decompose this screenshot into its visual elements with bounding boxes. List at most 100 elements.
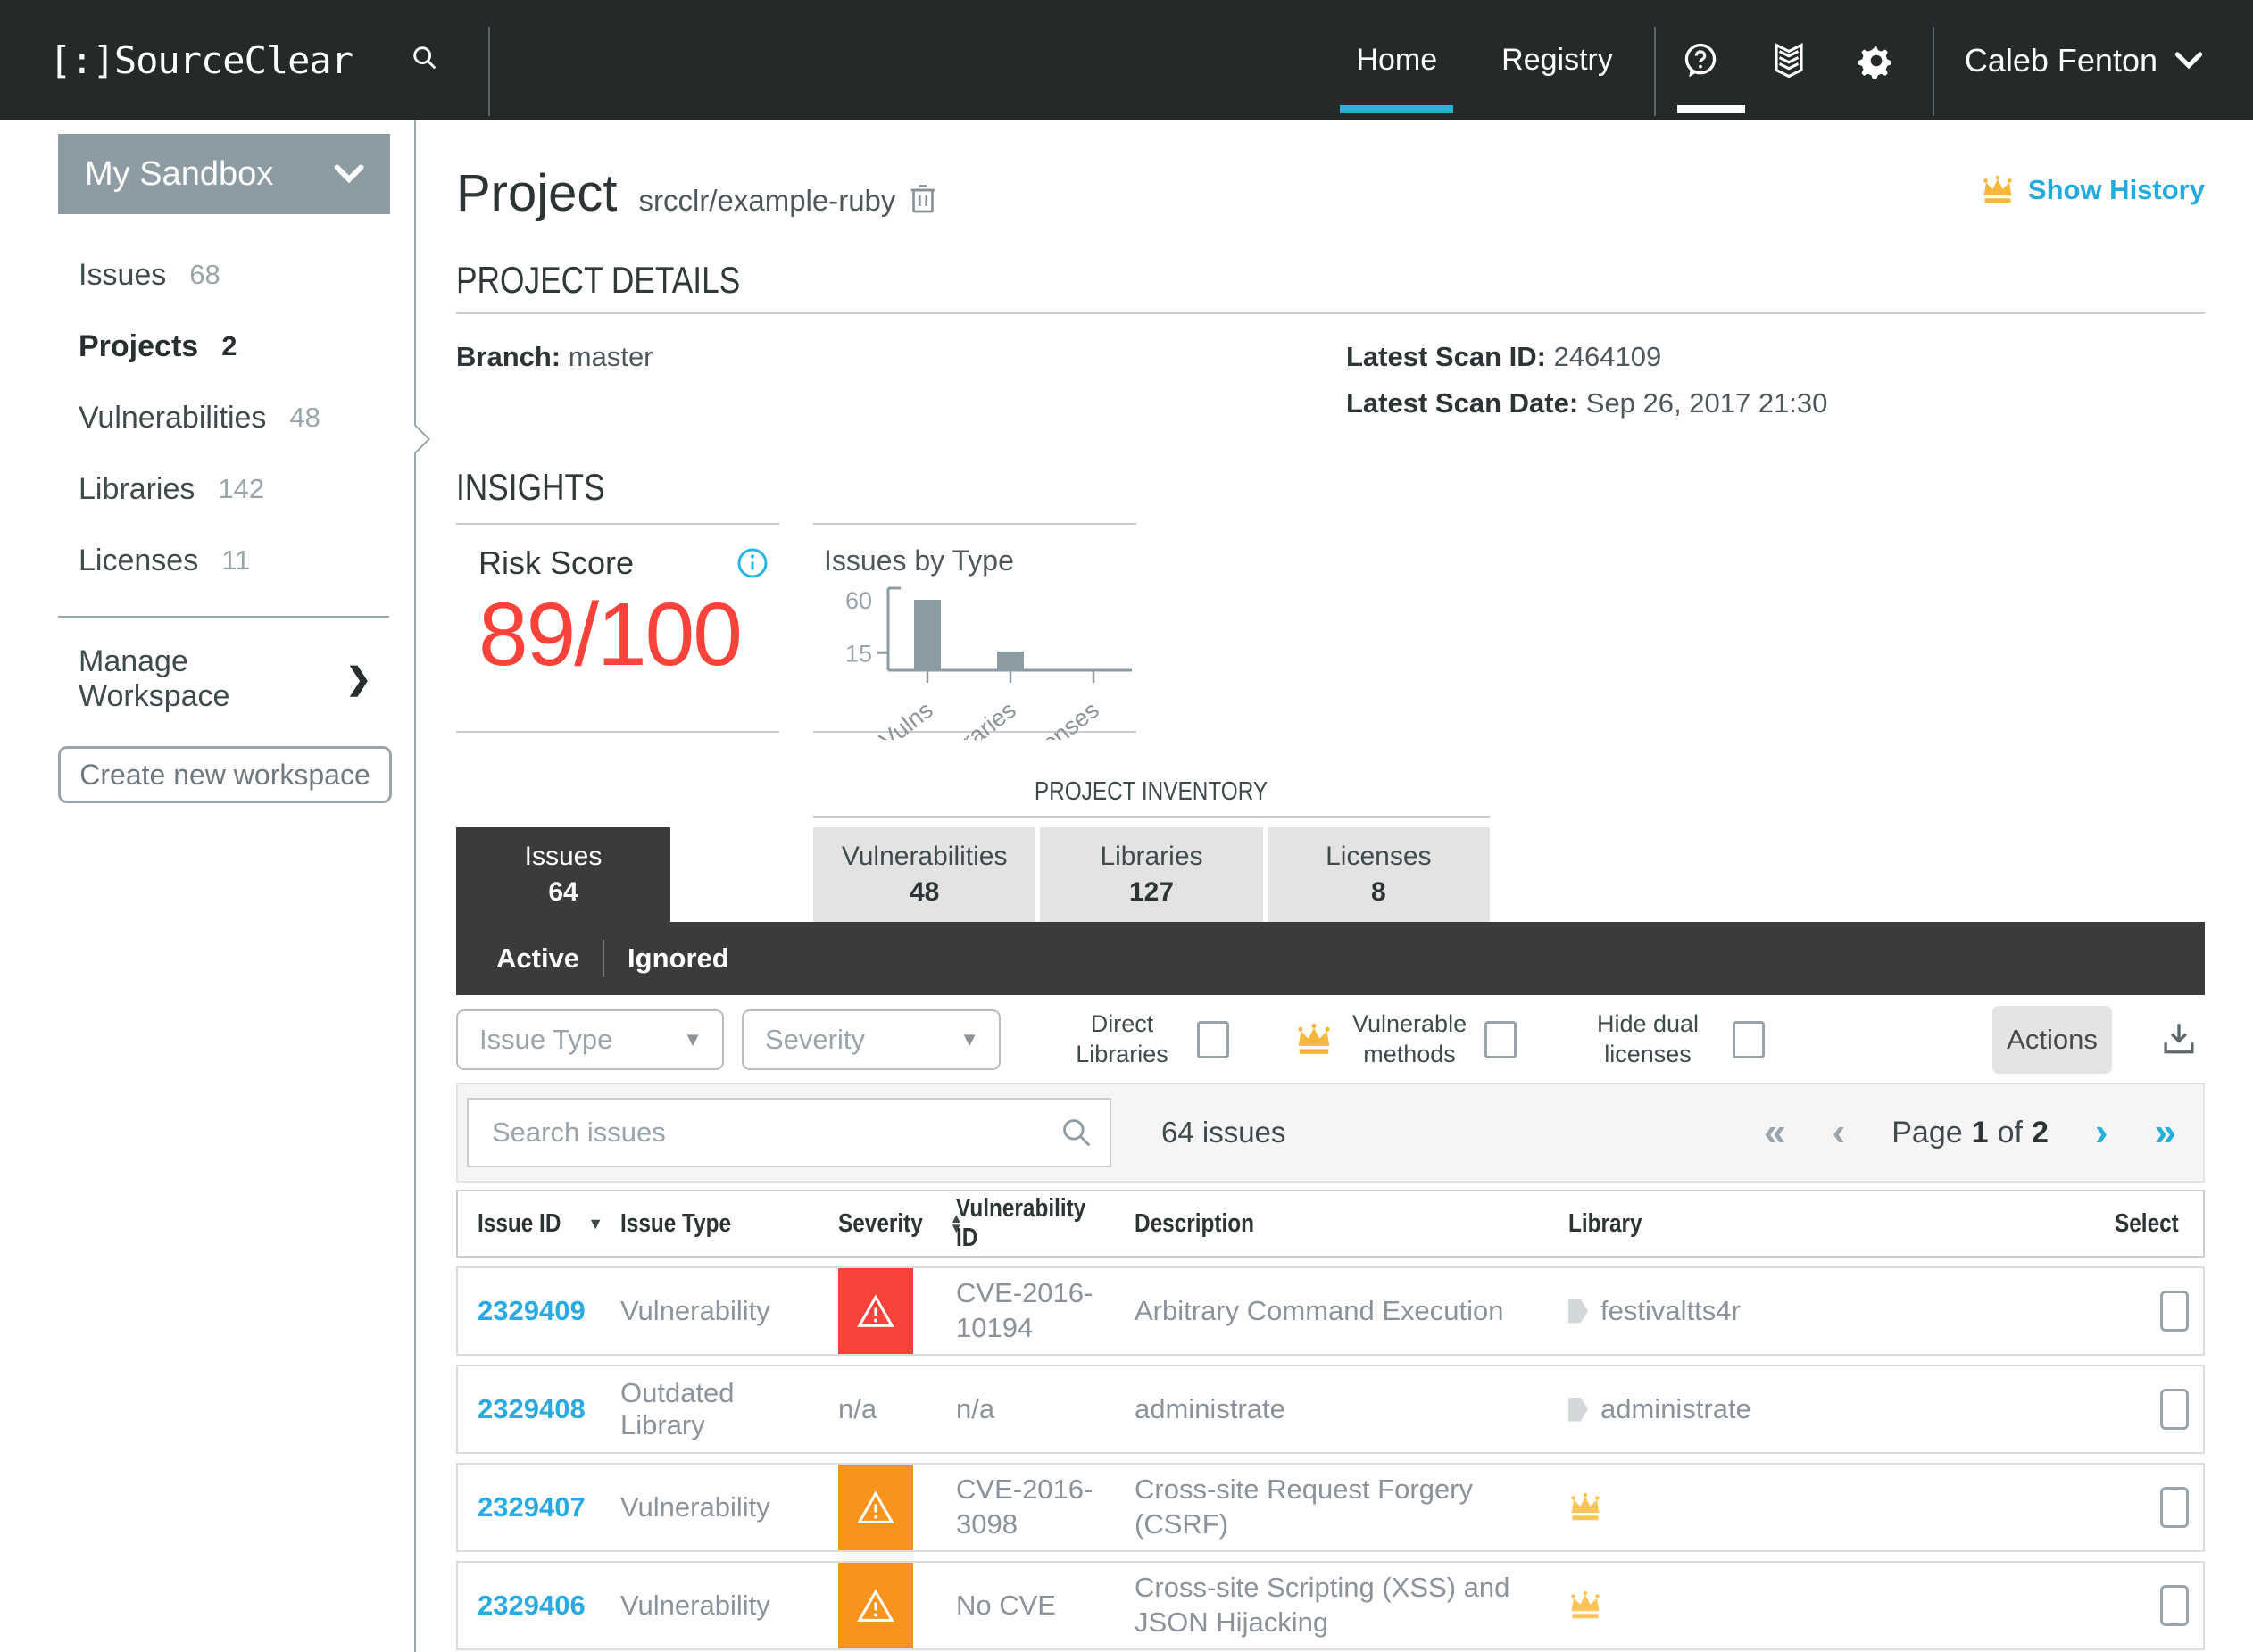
insights-heading: INSIGHTS <box>456 466 2205 509</box>
issue-id-link[interactable]: 2329408 <box>478 1393 586 1424</box>
chart-title: Issues by Type <box>824 544 1136 577</box>
user-menu[interactable]: Caleb Fenton <box>1934 42 2204 79</box>
topbar-divider <box>488 27 490 116</box>
table-row: 2329409 Vulnerability CVE-2016-10194 Arb… <box>456 1266 2205 1356</box>
issue-description: Cross-site Request Forgery (CSRF) <box>1124 1467 1559 1548</box>
issue-id-link[interactable]: 2329407 <box>478 1491 586 1523</box>
issues-count-text: 64 issues <box>1161 1116 1285 1150</box>
search-icon <box>1060 1116 1093 1154</box>
filter-toolbar: Issue Type ▼ Severity ▼ Direct Libraries… <box>456 995 2205 1081</box>
issue-id-link[interactable]: 2329406 <box>478 1590 586 1621</box>
project-name: srcclr/example-ruby <box>639 184 896 218</box>
col-description[interactable]: Description <box>1124 1209 1559 1239</box>
row-select-checkbox[interactable] <box>2160 1389 2189 1430</box>
branch-field: Branch: master <box>456 341 653 419</box>
sidebar-item-projects[interactable]: Projects2 <box>0 311 414 382</box>
svg-text:Libraries: Libraries <box>932 696 1021 740</box>
crown-icon <box>1568 1590 1602 1621</box>
settings-gear-icon[interactable] <box>1833 0 1920 120</box>
issues-by-type-chart: 15 60 VulnsLibrariesLicenses <box>824 581 1136 740</box>
library-tag-icon <box>1568 1299 1588 1324</box>
current-page: 1 <box>1972 1116 1989 1150</box>
tab-active[interactable]: Active <box>496 942 579 975</box>
latest-scan-date-field: Latest Scan Date: Sep 26, 2017 21:30 <box>1346 387 2205 419</box>
nav-home[interactable]: Home <box>1324 0 1469 120</box>
delete-project-icon[interactable] <box>910 182 936 219</box>
col-vulnerability-id[interactable]: Vulnerability ID <box>947 1194 1124 1253</box>
direct-libraries-filter: Direct Libraries <box>1065 1009 1229 1070</box>
sort-desc-icon: ▼ <box>587 1215 603 1233</box>
info-icon[interactable] <box>736 547 769 579</box>
col-issue-type[interactable]: Issue Type <box>615 1209 806 1239</box>
total-pages: 2 <box>2032 1116 2049 1150</box>
actions-button[interactable]: Actions <box>1992 1006 2112 1074</box>
sidebar-item-licenses[interactable]: Licenses11 <box>0 525 414 596</box>
sidebar-divider <box>58 616 389 618</box>
tab-libraries[interactable]: Libraries 127 <box>1040 827 1262 922</box>
severity-select[interactable]: Severity ▼ <box>742 1009 1001 1070</box>
row-select-checkbox[interactable] <box>2160 1585 2189 1626</box>
search-icon[interactable] <box>410 43 440 78</box>
severity-na: n/a <box>838 1366 877 1452</box>
vulnerable-methods-checkbox[interactable] <box>1484 1021 1517 1058</box>
sidebar-item-vulnerabilities[interactable]: Vulnerabilities48 <box>0 382 414 453</box>
scan-id-value: 2464109 <box>1554 341 1662 372</box>
help-icon[interactable] <box>1656 0 1745 120</box>
table-row: 2329408 Outdated Library n/a n/a adminis… <box>456 1365 2205 1454</box>
libraries-count: 142 <box>218 473 264 505</box>
sidebar-item-issues[interactable]: Issues68 <box>0 239 414 311</box>
workspace-selector[interactable]: My Sandbox <box>58 134 390 214</box>
issues-by-type-card: Issues by Type 1560VulnsLibrariesLicense… <box>813 523 1136 733</box>
docs-icon[interactable] <box>1745 0 1833 120</box>
project-inventory-group: PROJECT INVENTORY Vulnerabilities 48 Lib… <box>813 777 1490 922</box>
latest-scan-id-field: Latest Scan ID: 2464109 <box>1346 341 2205 373</box>
last-page-button[interactable]: » <box>2155 1113 2176 1152</box>
sidebar-item-libraries[interactable]: Libraries142 <box>0 453 414 525</box>
nav-registry[interactable]: Registry <box>1469 0 1645 120</box>
show-history-button[interactable]: Show History <box>1980 174 2205 206</box>
licenses-count: 11 <box>221 544 250 577</box>
workspace-name: My Sandbox <box>85 155 273 194</box>
library-name: festivaltts4r <box>1600 1295 1741 1327</box>
hide-dual-licenses-checkbox[interactable] <box>1733 1021 1765 1058</box>
row-select-checkbox[interactable] <box>2160 1487 2189 1528</box>
projects-count: 2 <box>221 330 237 362</box>
page-indicator: Page1of2 <box>1891 1116 2049 1150</box>
col-severity[interactable]: Severity▲▼ <box>806 1209 947 1239</box>
row-select-checkbox[interactable] <box>2160 1291 2189 1332</box>
manage-workspace-link[interactable]: Manage Workspace ❯ <box>79 644 371 714</box>
first-page-button[interactable]: « <box>1764 1113 1785 1152</box>
tab-ignored[interactable]: Ignored <box>628 942 729 975</box>
col-select: Select <box>2099 1209 2199 1239</box>
col-library[interactable]: Library <box>1559 1209 2099 1239</box>
svg-text:60: 60 <box>845 587 872 614</box>
direct-libraries-checkbox[interactable] <box>1197 1021 1229 1058</box>
crown-icon <box>1568 1492 1602 1523</box>
vulnerabilities-count: 48 <box>289 402 320 434</box>
state-tab-divider <box>603 940 604 977</box>
warning-triangle-icon <box>856 1490 895 1525</box>
scan-date-value: Sep 26, 2017 21:30 <box>1586 387 1828 419</box>
svg-text:15: 15 <box>845 640 872 667</box>
library-tag-icon <box>1568 1398 1588 1422</box>
previous-page-button[interactable]: ‹ <box>1833 1113 1846 1152</box>
search-input[interactable] <box>467 1098 1111 1167</box>
severity-badge <box>838 1268 913 1354</box>
col-issue-id[interactable]: Issue ID▼ <box>458 1209 615 1239</box>
svg-text:Licenses: Licenses <box>1012 696 1103 740</box>
tab-issues[interactable]: Issues 64 <box>456 827 670 922</box>
next-page-button[interactable]: › <box>2095 1113 2108 1152</box>
create-workspace-button[interactable]: Create new workspace <box>58 746 392 803</box>
download-icon[interactable] <box>2160 1019 2198 1061</box>
tab-vulnerabilities[interactable]: Vulnerabilities 48 <box>813 827 1035 922</box>
svg-text:Vulns: Vulns <box>875 696 938 740</box>
top-navigation-bar: [:]SourceClear Home Registry <box>0 0 2253 120</box>
issue-id-link[interactable]: 2329409 <box>478 1295 586 1326</box>
vulnerable-methods-filter: Vulnerable methods <box>1293 1009 1517 1070</box>
tab-licenses[interactable]: Licenses 8 <box>1268 827 1490 922</box>
issue-type-select[interactable]: Issue Type ▼ <box>456 1009 724 1070</box>
search-toolbar: 64 issues « ‹ Page1of2 › » <box>456 1083 2205 1183</box>
severity-badge <box>838 1465 913 1550</box>
pagination: « ‹ Page1of2 › » <box>1764 1113 2176 1152</box>
sidebar-nav: Issues68 Projects2 Vulnerabilities48 Lib… <box>0 239 414 596</box>
